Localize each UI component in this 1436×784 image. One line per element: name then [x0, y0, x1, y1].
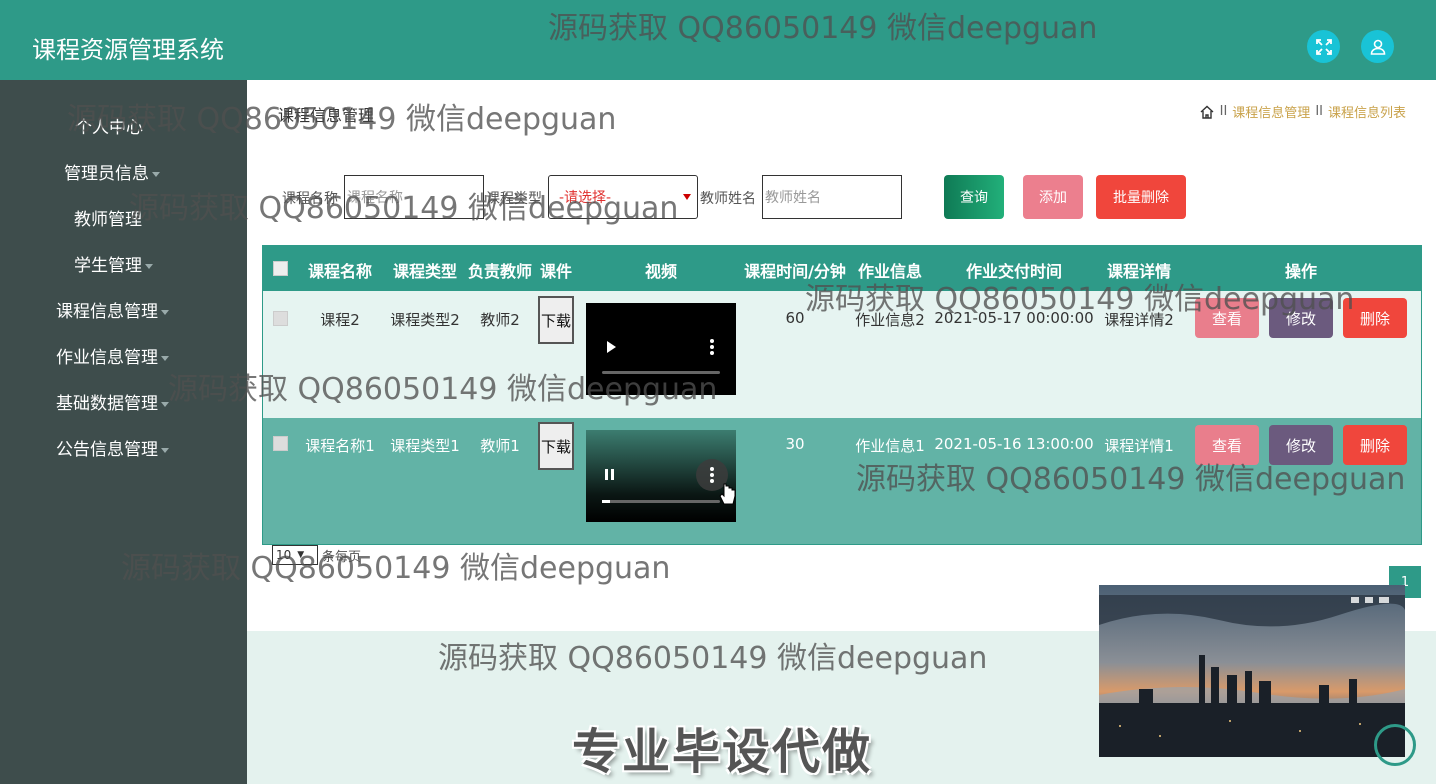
- cell-course-name: 课程2: [320, 311, 360, 329]
- video-progress-bar[interactable]: [602, 371, 720, 374]
- breadcrumb: II 课程信息管理 II 课程信息列表: [1199, 102, 1406, 121]
- user-icon: [1370, 39, 1385, 55]
- promo-text: 专业毕设代做: [572, 724, 873, 780]
- teacher-name-input[interactable]: 教师姓名: [762, 175, 902, 219]
- cell-course-name: 课程名称1: [305, 437, 375, 455]
- cell-detail: 课程详情1: [1104, 437, 1174, 455]
- col-teacher: 负责教师: [467, 262, 533, 281]
- col-course-name: 课程名称: [307, 262, 373, 281]
- page-size-control: 10 ▼ 条每页: [272, 545, 361, 565]
- breadcrumb-course-info[interactable]: 课程信息管理: [1232, 102, 1310, 121]
- course-type-select[interactable]: -请选择-: [548, 175, 698, 219]
- teacher-name-label: 教师姓名: [700, 191, 756, 207]
- video-player[interactable]: [586, 430, 736, 522]
- edit-button[interactable]: 修改: [1269, 298, 1333, 338]
- delete-button[interactable]: 删除: [1343, 298, 1407, 338]
- fullscreen-button[interactable]: [1307, 30, 1340, 63]
- page-size-suffix: 条每页: [322, 549, 362, 565]
- cell-due-time: 2021-05-16 13:00:00: [934, 435, 1094, 453]
- view-button[interactable]: 查看: [1195, 298, 1259, 338]
- col-due-time: 作业交付时间: [965, 262, 1063, 281]
- batch-delete-button[interactable]: 批量删除: [1096, 175, 1186, 219]
- col-minutes: 课程时间/分钟: [744, 262, 846, 281]
- row-checkbox[interactable]: [273, 436, 288, 451]
- video-progress-bar[interactable]: [602, 500, 720, 503]
- view-button[interactable]: 查看: [1195, 425, 1259, 465]
- caret-down-icon: [145, 263, 153, 269]
- top-bar: 课程资源管理系统: [0, 0, 1436, 80]
- sidebar-item-notices[interactable]: 公告信息管理: [56, 435, 169, 460]
- sidebar: [0, 80, 247, 784]
- course-name-label: 课程名称: [282, 191, 338, 207]
- add-button[interactable]: 添加: [1023, 175, 1083, 219]
- caret-down-icon: [161, 309, 169, 315]
- cell-minutes: 60: [785, 309, 805, 327]
- course-type-label: 课程类型: [486, 191, 542, 207]
- assistant-circle-icon[interactable]: [1374, 724, 1416, 766]
- video-player[interactable]: [586, 303, 736, 395]
- cell-homework: 作业信息1: [855, 437, 925, 455]
- table-row: 课程名称1 课程类型1 教师1 下载 30 作业信息1 2021-05-16 1…: [263, 418, 1421, 544]
- sidebar-item-base-data[interactable]: 基础数据管理: [56, 389, 169, 414]
- home-icon[interactable]: [1199, 104, 1215, 120]
- user-button[interactable]: [1361, 30, 1394, 63]
- col-course-type: 课程类型: [392, 262, 458, 281]
- caret-down-icon: [161, 355, 169, 361]
- col-homework: 作业信息: [857, 262, 923, 281]
- row-checkbox[interactable]: [273, 311, 288, 326]
- cell-teacher: 教师1: [480, 437, 520, 455]
- sidebar-item-students[interactable]: 学生管理: [74, 251, 153, 276]
- table-row: 课程2 课程类型2 教师2 下载 60 作业信息2 2021-05-17 00:…: [263, 291, 1421, 418]
- select-all-checkbox[interactable]: [273, 261, 288, 276]
- col-video: 视频: [644, 262, 678, 281]
- pause-icon[interactable]: [605, 469, 614, 480]
- sidebar-item-teachers[interactable]: 教师管理: [74, 205, 142, 230]
- more-icon[interactable]: [710, 467, 714, 483]
- caret-down-icon: [152, 171, 160, 177]
- caret-down-icon: [161, 447, 169, 453]
- cell-course-type: 课程类型1: [390, 437, 460, 455]
- page-title: 课程信息管理: [278, 106, 375, 125]
- cell-minutes: 30: [785, 435, 805, 453]
- cell-course-type: 课程类型2: [390, 311, 460, 329]
- edit-button[interactable]: 修改: [1269, 425, 1333, 465]
- sidebar-item-personal-center[interactable]: 个人中心: [75, 113, 143, 138]
- pip-controls-icon[interactable]: [1351, 597, 1389, 603]
- play-icon[interactable]: [607, 341, 616, 353]
- col-courseware: 课件: [539, 262, 573, 281]
- cell-teacher: 教师2: [480, 311, 520, 329]
- download-button[interactable]: 下载: [538, 422, 574, 470]
- caret-down-icon: [161, 401, 169, 407]
- course-table: 课程名称 课程类型 负责教师 课件 视频 课程时间/分钟 作业信息 作业交付时间…: [262, 245, 1422, 545]
- cell-detail: 课程详情2: [1104, 311, 1174, 329]
- table-header: 课程名称 课程类型 负责教师 课件 视频 课程时间/分钟 作业信息 作业交付时间…: [263, 246, 1421, 291]
- sidebar-item-course-info[interactable]: 课程信息管理: [56, 297, 169, 322]
- sidebar-item-homework-info[interactable]: 作业信息管理: [56, 343, 169, 368]
- breadcrumb-course-list[interactable]: 课程信息列表: [1328, 102, 1406, 121]
- more-icon[interactable]: [710, 339, 714, 355]
- col-actions: 操作: [1284, 262, 1318, 281]
- floating-video-player[interactable]: [1099, 585, 1405, 757]
- page-size-select[interactable]: 10 ▼: [272, 545, 318, 565]
- sidebar-item-admin-info[interactable]: 管理员信息: [64, 159, 160, 184]
- cell-due-time: 2021-05-17 00:00:00: [934, 309, 1094, 327]
- delete-button[interactable]: 删除: [1343, 425, 1407, 465]
- download-button[interactable]: 下载: [538, 296, 574, 344]
- chevron-down-icon: [683, 194, 691, 200]
- query-button[interactable]: 查询: [944, 175, 1004, 219]
- fullscreen-icon: [1315, 38, 1332, 55]
- app-title: 课程资源管理系统: [32, 36, 224, 64]
- col-detail: 课程详情: [1106, 262, 1172, 281]
- cell-homework: 作业信息2: [855, 311, 925, 329]
- chevron-down-icon: ▼: [297, 550, 305, 560]
- course-name-input[interactable]: 课程名称: [344, 175, 484, 219]
